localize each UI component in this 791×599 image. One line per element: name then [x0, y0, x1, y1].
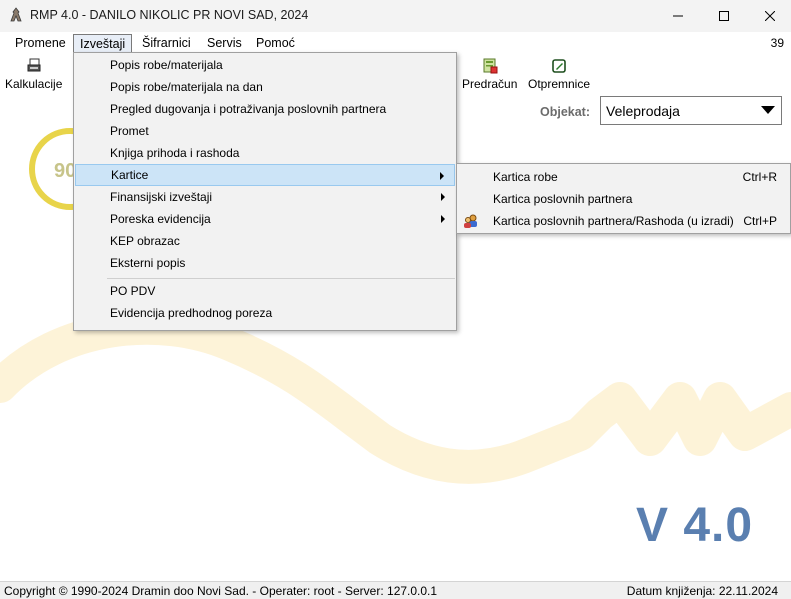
close-button[interactable]	[747, 0, 791, 32]
dd-finansijski-izvestaji[interactable]: Finansijski izveštaji	[75, 186, 455, 208]
menu-separator	[107, 278, 455, 279]
menu-bar: Promene Izveštaji Šifrarnici Servis Pomo…	[0, 32, 791, 54]
predracun-label: Predračun	[462, 77, 518, 91]
menu-promene[interactable]: Promene	[9, 34, 72, 54]
dd-label: Eksterni popis	[110, 256, 186, 270]
status-copyright: Copyright © 1990-2024 Dramin doo Novi Sa…	[4, 584, 438, 598]
predracun-icon	[483, 58, 498, 74]
dd-kartice[interactable]: Kartice	[75, 164, 455, 186]
dd-label: Kartice	[111, 168, 149, 182]
menu-izvestaji[interactable]: Izveštaji	[73, 34, 133, 54]
dd-label: Popis robe/materijala	[110, 58, 223, 72]
sub-label: Kartica robe	[493, 170, 558, 184]
title-bar: RMP 4.0 - DANILO NIKOLIC PR NOVI SAD, 20…	[0, 0, 791, 32]
menu-pomoc[interactable]: Pomoć	[250, 34, 301, 54]
dd-po-pdv[interactable]: PO PDV	[75, 280, 455, 302]
status-datum: Datum knjiženja: 22.11.2024	[626, 584, 778, 598]
sub-label: Kartica poslovnih partnera	[493, 192, 633, 206]
close-icon	[765, 11, 775, 21]
watermark-wave	[0, 310, 791, 484]
menu-sifrarnici[interactable]: Šifrarnici	[136, 34, 197, 54]
kartice-submenu: Kartica robe Ctrl+R Kartica poslovnih pa…	[456, 163, 791, 234]
dd-popis-robe-na-dan[interactable]: Popis robe/materijala na dan	[75, 76, 455, 98]
dd-eksterni-popis[interactable]: Eksterni popis	[75, 252, 455, 274]
sub-kartica-partnera-rashoda[interactable]: Kartica poslovnih partnera/Rashoda (u iz…	[458, 210, 790, 232]
otpremnice-label: Otpremnice	[528, 77, 591, 91]
shortcut-label: Ctrl+P	[743, 214, 777, 228]
maximize-icon	[719, 11, 729, 21]
dd-label: Pregled dugovanja i potraživanja poslovn…	[110, 102, 387, 116]
kalkulacije-label: Kalkulacije	[5, 77, 63, 91]
submenu-arrow-icon	[440, 172, 444, 180]
sub-label: Kartica poslovnih partnera/Rashoda (u iz…	[493, 214, 734, 228]
otpremnice-button[interactable]: Otpremnice	[528, 58, 590, 91]
kalkulacije-icon	[27, 58, 41, 72]
app-icon	[10, 7, 22, 22]
submenu-arrow-icon	[441, 193, 445, 201]
users-icon	[464, 214, 477, 228]
dd-label: KEP obrazac	[110, 234, 180, 248]
dd-label: Poreska evidencija	[110, 212, 211, 226]
menu-servis[interactable]: Servis	[201, 34, 248, 54]
status-bar: Copyright © 1990-2024 Dramin doo Novi Sa…	[0, 581, 791, 599]
dd-popis-robe[interactable]: Popis robe/materijala	[75, 54, 455, 76]
minimize-icon	[673, 15, 683, 17]
izvestaji-dropdown: Popis robe/materijala Popis robe/materij…	[73, 52, 457, 331]
window-title: RMP 4.0 - DANILO NIKOLIC PR NOVI SAD, 20…	[30, 8, 309, 22]
dd-label: Knjiga prihoda i rashoda	[110, 146, 240, 160]
dd-label: Promet	[110, 124, 149, 138]
submenu-arrow-icon	[441, 215, 445, 223]
minimize-button[interactable]	[655, 0, 701, 32]
dd-evidencija-poreza[interactable]: Evidencija predhodnog poreza	[75, 302, 455, 324]
sub-kartica-partnera[interactable]: Kartica poslovnih partnera	[458, 188, 790, 210]
version-label: V 4.0	[636, 499, 754, 552]
dd-pregled-dugovanja[interactable]: Pregled dugovanja i potraživanja poslovn…	[75, 98, 455, 120]
dd-poreska-evidencija[interactable]: Poreska evidencija	[75, 208, 455, 230]
dd-label: Popis robe/materijala na dan	[110, 80, 263, 94]
sub-kartica-robe[interactable]: Kartica robe Ctrl+R	[458, 166, 790, 188]
shortcut-label: Ctrl+R	[742, 170, 777, 184]
maximize-button[interactable]	[701, 0, 747, 32]
kalkulacije-button[interactable]: Kalkulacije	[5, 58, 62, 91]
dd-label: PO PDV	[110, 284, 156, 298]
predracun-button[interactable]: Predračun	[462, 58, 517, 91]
dd-label: Evidencija predhodnog poreza	[110, 306, 273, 320]
otpremnice-icon	[552, 59, 566, 73]
menu-count: 39	[770, 36, 784, 50]
dd-kep-obrazac[interactable]: KEP obrazac	[75, 230, 455, 252]
dd-knjiga-prihoda[interactable]: Knjiga prihoda i rashoda	[75, 142, 455, 164]
dd-label: Finansijski izveštaji	[110, 190, 213, 204]
dd-promet[interactable]: Promet	[75, 120, 455, 142]
